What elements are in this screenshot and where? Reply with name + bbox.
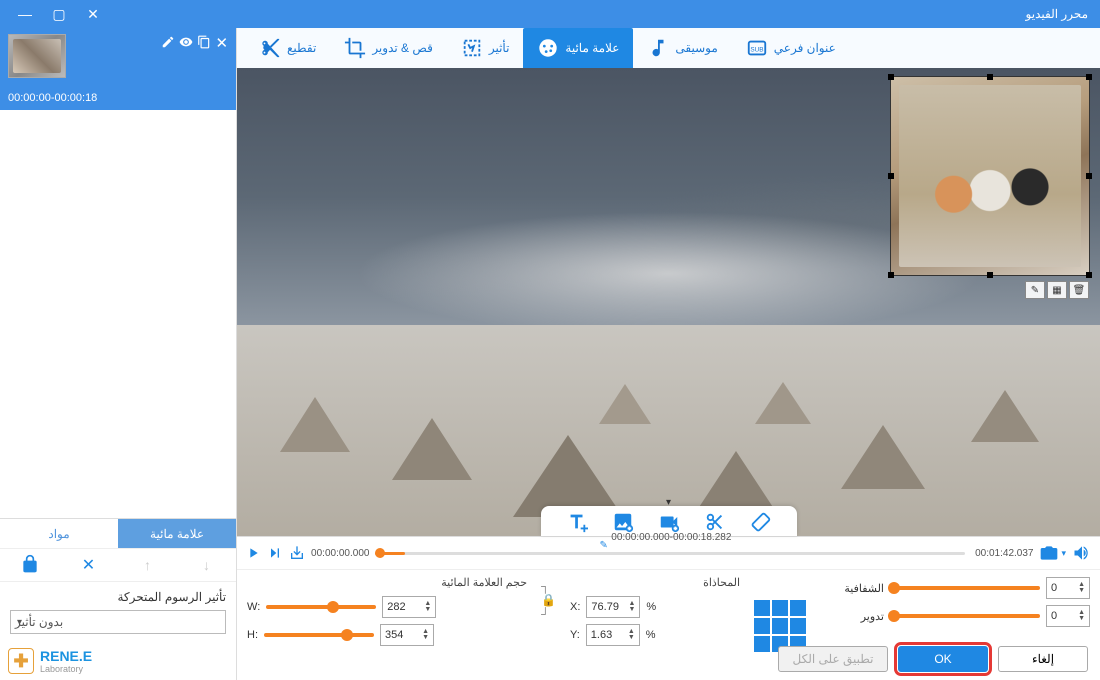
logo-sub: Laboratory bbox=[40, 664, 92, 674]
opacity-slider[interactable] bbox=[890, 586, 1040, 590]
align-label: المحاذاة bbox=[570, 576, 740, 589]
watermark-image-icon[interactable]: ▦ bbox=[1047, 281, 1067, 299]
dialog-buttons: تطبيق على الكل OK إلغاء bbox=[778, 646, 1088, 672]
volume-button[interactable] bbox=[1072, 543, 1092, 563]
y-label: Y: bbox=[570, 629, 580, 641]
tab-crop-rotate[interactable]: قص & تدوير bbox=[330, 28, 447, 68]
edit-clip-icon[interactable] bbox=[161, 35, 175, 52]
eraser-icon[interactable] bbox=[747, 510, 775, 534]
move-up-icon: ↑ bbox=[136, 557, 160, 573]
tab-effect[interactable]: تأثير bbox=[447, 28, 524, 68]
clip-thumbnail[interactable] bbox=[8, 34, 66, 78]
size-label: حجم العلامة المائية bbox=[247, 576, 527, 589]
scissors-icon bbox=[259, 37, 281, 59]
h-slider[interactable] bbox=[264, 633, 374, 637]
w-slider[interactable] bbox=[266, 605, 376, 609]
music-icon bbox=[647, 37, 669, 59]
subtitle-icon: SUB bbox=[746, 37, 768, 59]
rotate-slider[interactable] bbox=[890, 614, 1040, 618]
w-label: W: bbox=[247, 601, 260, 613]
rotate-input[interactable]: 0▲▼ bbox=[1046, 605, 1090, 627]
watermark-overlay[interactable]: ✎ ▦ 🗑 bbox=[890, 76, 1090, 276]
logo-name: RENE.E bbox=[40, 648, 92, 664]
top-tabs: تقطيع قص & تدوير تأثير علامة مائية موسيق… bbox=[237, 28, 1100, 68]
visibility-icon[interactable] bbox=[179, 35, 193, 52]
h-label: H: bbox=[247, 629, 258, 641]
animation-select[interactable]: بدون تأثير bbox=[10, 610, 226, 634]
timeline: 00:00:00.000 ✎ 00:00:00.000-00:00:18.282… bbox=[237, 536, 1100, 570]
add-image-icon[interactable] bbox=[609, 510, 637, 534]
title-bar: — ▢ ✕ محرر الفيديو bbox=[0, 0, 1100, 28]
apply-all-button[interactable]: تطبيق على الكل bbox=[778, 646, 888, 672]
y-input[interactable]: 1.63▲▼ bbox=[586, 624, 640, 646]
timeline-start: 00:00:00.000 bbox=[311, 548, 369, 559]
add-shape-icon[interactable] bbox=[701, 510, 729, 534]
sidebar-tab-materials[interactable]: مواد bbox=[0, 519, 118, 548]
x-input[interactable]: 76.79▲▼ bbox=[586, 596, 640, 618]
copy-clip-icon[interactable] bbox=[197, 35, 211, 52]
delete-icon[interactable]: ✕ bbox=[77, 555, 101, 575]
tab-cut[interactable]: تقطيع bbox=[245, 28, 330, 68]
align-grid[interactable] bbox=[754, 600, 806, 652]
ok-button[interactable]: OK bbox=[898, 646, 988, 672]
opacity-label: الشفافية bbox=[844, 582, 884, 595]
snapshot-button[interactable]: ▾ bbox=[1039, 543, 1066, 563]
tab-music[interactable]: موسيقى bbox=[633, 28, 731, 68]
watermark-icon bbox=[537, 37, 559, 59]
crop-icon bbox=[344, 37, 366, 59]
tab-subtitle[interactable]: SUB عنوان فرعي bbox=[732, 28, 850, 68]
animation-label: تأثير الرسوم المتحركة bbox=[10, 590, 226, 604]
rotate-label: تدوير bbox=[861, 610, 884, 623]
timeline-range: 00:00:00.000-00:00:18.282 bbox=[611, 532, 731, 543]
sidebar-tab-watermark[interactable]: علامة مائية bbox=[118, 519, 236, 548]
sidebar-spacer bbox=[0, 110, 236, 518]
move-down-icon: ↓ bbox=[195, 557, 219, 573]
x-label: X: bbox=[570, 601, 580, 613]
add-video-icon[interactable] bbox=[655, 510, 683, 534]
logo-icon: ✚ bbox=[8, 648, 34, 674]
preview-canvas[interactable]: ✎ ▦ 🗑 ▾ bbox=[237, 68, 1100, 536]
sidebar: ✕ 00:00:00-00:00:18 مواد علامة مائية ✕ ↑… bbox=[0, 28, 237, 680]
content-area: تقطيع قص & تدوير تأثير علامة مائية موسيق… bbox=[237, 28, 1100, 680]
aspect-lock-icon[interactable]: ┐🔒┘ bbox=[541, 576, 556, 624]
watermark-delete-icon[interactable]: 🗑 bbox=[1069, 281, 1089, 299]
step-button[interactable] bbox=[267, 545, 283, 561]
effect-icon bbox=[461, 37, 483, 59]
svg-text:SUB: SUB bbox=[750, 47, 763, 54]
window-title: محرر الفيديو bbox=[110, 7, 1092, 21]
opacity-input[interactable]: 0▲▼ bbox=[1046, 577, 1090, 599]
timeline-total: 00:01:42.037 bbox=[975, 548, 1033, 559]
play-button[interactable] bbox=[245, 545, 261, 561]
lock-icon[interactable] bbox=[18, 554, 42, 577]
brand-logo: ✚ RENE.E Laboratory bbox=[0, 642, 236, 680]
maximize-button[interactable]: ▢ bbox=[42, 4, 76, 24]
export-frame-icon[interactable] bbox=[289, 545, 305, 561]
remove-clip-icon[interactable]: ✕ bbox=[215, 34, 228, 52]
clip-timecode: 00:00:00-00:00:18 bbox=[0, 88, 236, 110]
minimize-button[interactable]: — bbox=[8, 4, 42, 24]
tab-watermark[interactable]: علامة مائية bbox=[523, 28, 633, 68]
w-input[interactable]: 282▲▼ bbox=[382, 596, 436, 618]
add-text-icon[interactable] bbox=[563, 510, 591, 534]
cancel-button[interactable]: إلغاء bbox=[998, 646, 1088, 672]
close-button[interactable]: ✕ bbox=[76, 4, 110, 24]
timeline-track[interactable]: ✎ 00:00:00.000-00:00:18.282 bbox=[375, 546, 965, 560]
watermark-edit-icon[interactable]: ✎ bbox=[1025, 281, 1045, 299]
h-input[interactable]: 354▲▼ bbox=[380, 624, 434, 646]
